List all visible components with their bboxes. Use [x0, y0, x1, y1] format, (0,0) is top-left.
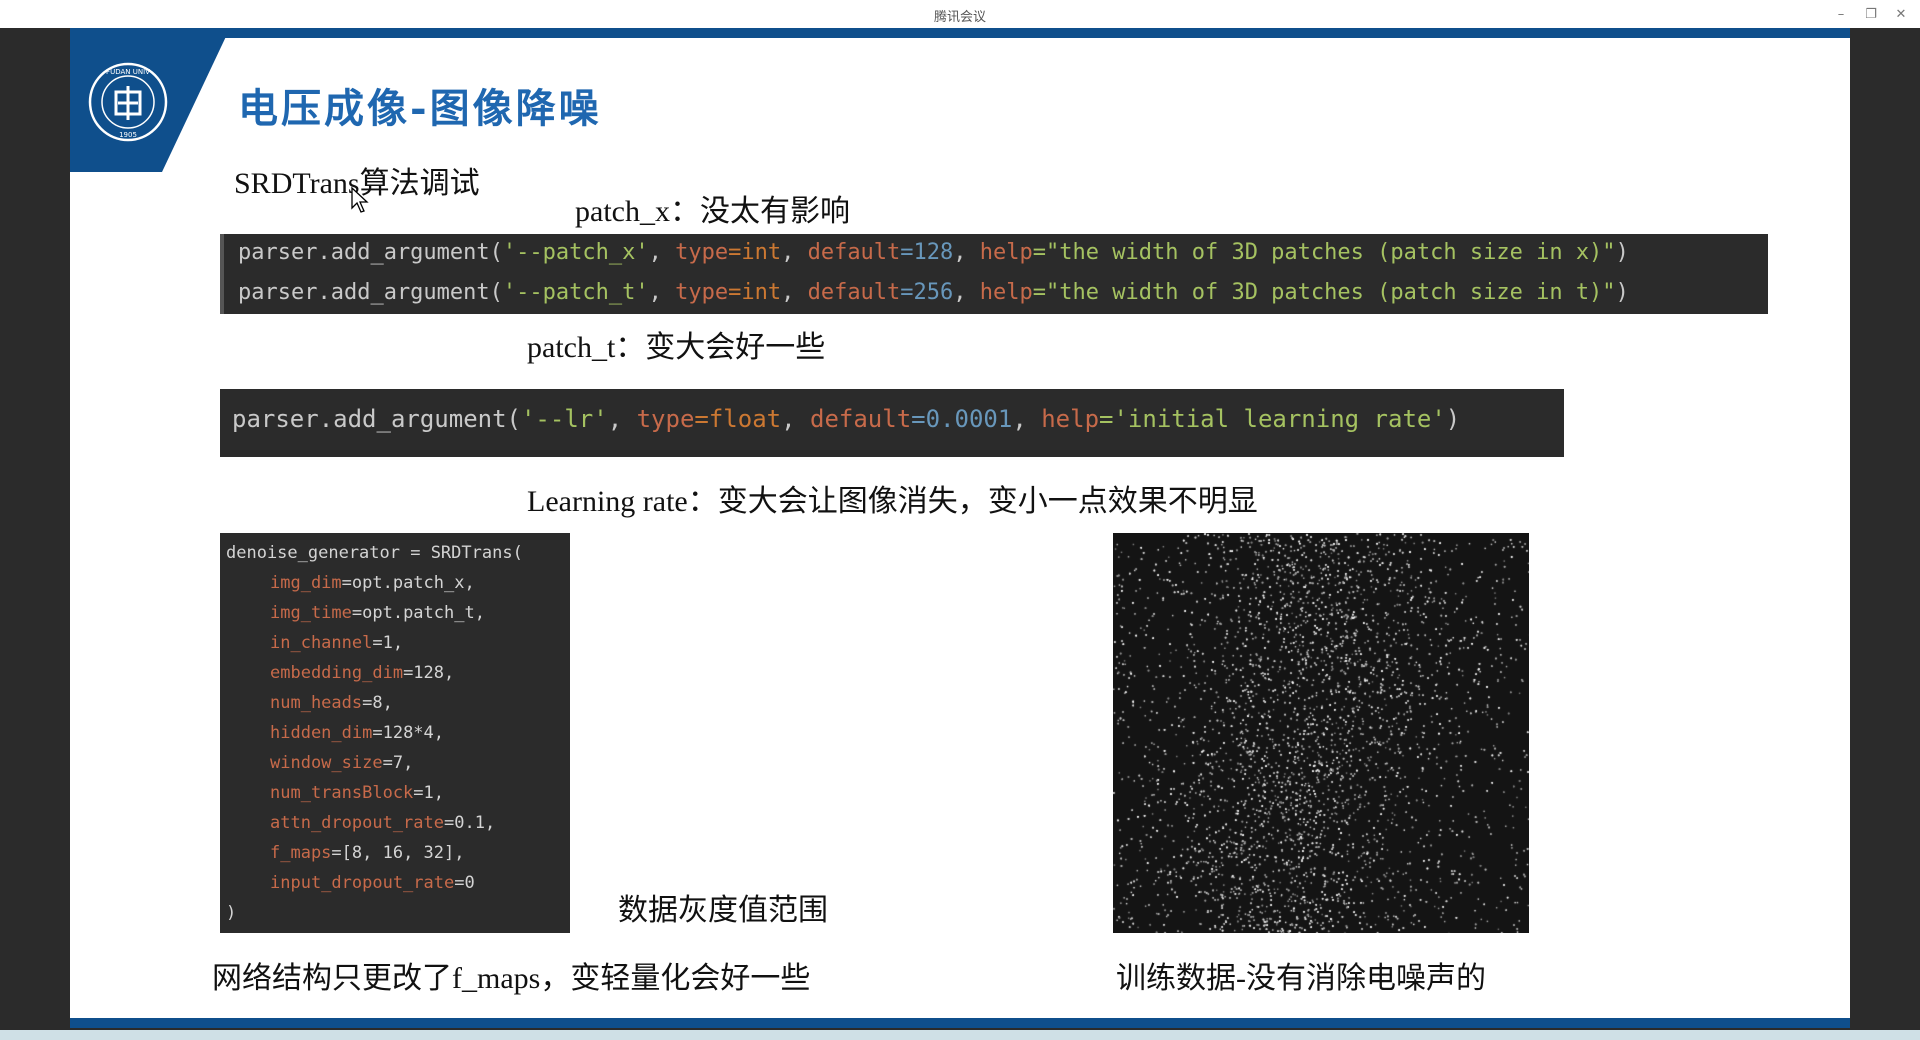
code-generator-param: img_time=opt.patch_t,	[270, 603, 485, 623]
window-title: 腾讯会议	[933, 9, 986, 24]
close-icon[interactable]: ✕	[1890, 4, 1912, 24]
code-block-lr: parser.add_argument('--lr', type=float, …	[220, 389, 1564, 457]
code-generator-param: num_heads=8,	[270, 693, 393, 713]
training-data-image	[1113, 533, 1529, 933]
code-block-patch-args: parser.add_argument('--patch_x', type=in…	[220, 234, 1768, 314]
mouse-cursor-icon	[351, 186, 369, 213]
patch-x-note: patch_x：没太有影响	[575, 195, 850, 228]
taskbar-strip	[0, 1030, 1920, 1040]
restore-icon[interactable]: ❐	[1860, 4, 1882, 24]
minimize-icon[interactable]: –	[1830, 4, 1852, 24]
screen-share-frame-left	[0, 28, 70, 1023]
code-generator-param: hidden_dim=128*4,	[270, 723, 445, 743]
code-generator-param: in_channel=1,	[270, 633, 404, 653]
window-titlebar: 腾讯会议 – ❐ ✕	[0, 0, 1920, 29]
code-generator-param: f_maps=[8, 16, 32],	[270, 843, 465, 863]
code-generator-param: window_size=7,	[270, 753, 414, 773]
gray-range-label: 数据灰度值范围	[618, 894, 828, 927]
slide-top-bar	[70, 28, 1850, 38]
screen-share-frame-right	[1850, 28, 1920, 1023]
code-generator-param: input_dropout_rate=0	[270, 873, 475, 893]
code-generator-param: num_transBlock=1,	[270, 783, 445, 803]
code-generator-param: embedding_dim=128,	[270, 663, 455, 683]
code-generator-param: attn_dropout_rate=0.1,	[270, 813, 496, 833]
training-data-note: 训练数据-没有消除电噪声的	[1116, 962, 1486, 995]
patch-t-note: patch_t：变大会好一些	[527, 331, 826, 364]
code-line-patch-x: parser.add_argument('--patch_x', type=in…	[238, 240, 1629, 265]
network-note: 网络结构只更改了f_maps，变轻量化会好一些	[212, 962, 811, 995]
fudan-university-logo: FUDAN UNIV 1905	[88, 62, 168, 142]
learning-rate-note: Learning rate：变大会让图像消失，变小一点效果不明显	[527, 485, 1258, 518]
code-line-lr: parser.add_argument('--lr', type=float, …	[232, 405, 1461, 433]
code-generator-param: img_dim=opt.patch_x,	[270, 573, 475, 593]
code-generator-tail: )	[226, 903, 237, 923]
presentation-slide: FUDAN UNIV 1905 电压成像-图像降噪 SRDTrans算法调试 p…	[70, 28, 1850, 1028]
svg-text:FUDAN UNIV: FUDAN UNIV	[106, 68, 150, 76]
code-generator-head: denoise_generator = SRDTrans(	[226, 543, 523, 563]
slide-title: 电压成像-图像降噪	[238, 85, 602, 132]
slide-bottom-bar	[70, 1018, 1850, 1028]
svg-text:1905: 1905	[119, 131, 137, 139]
code-line-patch-t: parser.add_argument('--patch_t', type=in…	[238, 280, 1629, 305]
code-block-generator: denoise_generator = SRDTrans( img_dim=op…	[220, 533, 570, 933]
